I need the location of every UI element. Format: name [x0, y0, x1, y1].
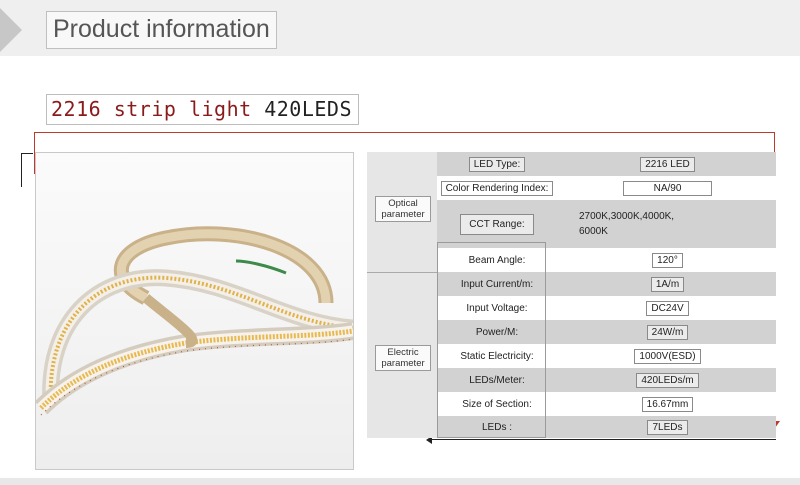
spec-param: LEDs : — [481, 421, 512, 433]
spec-row: LEDs/Meter: 420LEDs/m — [437, 368, 776, 392]
spec-row: LED Type: 2216 LED — [437, 152, 776, 176]
spec-row: Input Current/m: 1A/m — [437, 272, 776, 296]
spec-param: Color Rendering Index: — [440, 180, 554, 196]
spec-value: 7LEDs — [647, 419, 688, 435]
spec-row: CCT Range: 2700K,3000K,4000K, 6000K — [437, 200, 776, 248]
bottom-strip — [0, 478, 800, 485]
spec-row: Static Electricity: 1000V(ESD) — [437, 344, 776, 368]
spec-table: Optical parameter Electric parameter LED… — [367, 152, 776, 438]
group-label-electric: Electric parameter — [375, 345, 431, 371]
black-bracket-left — [21, 153, 22, 187]
spec-value: 16.67mm — [641, 396, 694, 412]
black-bracket-bottom — [432, 439, 776, 440]
led-strip-illustration — [36, 153, 353, 469]
spec-param: Static Electricity: — [460, 350, 534, 362]
product-photo — [35, 152, 354, 470]
spec-param: Beam Angle: — [468, 254, 526, 266]
group-divider — [367, 272, 437, 273]
spec-value: 1000V(ESD) — [634, 348, 701, 364]
red-bracket-top — [34, 132, 774, 133]
spec-value: DC24V — [646, 300, 689, 316]
spec-value: 2700K,3000K,4000K, 6000K — [579, 211, 675, 237]
spec-param: LED Type: — [468, 156, 526, 172]
spec-value: NA/90 — [622, 180, 713, 196]
group-column — [367, 152, 437, 438]
spec-param: CCT Range: — [460, 213, 534, 235]
spec-row: Power/M: 24W/m — [437, 320, 776, 344]
product-name: 2216 strip light — [51, 97, 252, 121]
spec-row: Color Rendering Index: NA/90 — [437, 176, 776, 200]
spec-param: Input Current/m: — [460, 278, 534, 290]
page-title: Product information — [46, 11, 277, 49]
group-label-optical: Optical parameter — [375, 196, 431, 222]
spec-param: LEDs/Meter: — [469, 374, 525, 386]
spec-row: Input Voltage: DC24V — [437, 296, 776, 320]
spec-row: LEDs : 7LEDs — [437, 416, 776, 438]
spec-row: Beam Angle: 120° — [437, 248, 776, 272]
product-subtitle: 2216 strip light 420LEDS — [46, 94, 359, 125]
spec-param: Input Voltage: — [466, 302, 528, 314]
spec-param: Power/M: — [475, 326, 519, 338]
spec-value: 1A/m — [650, 276, 685, 292]
spec-param: Size of Section: — [462, 398, 532, 410]
spec-value: 2216 LED — [640, 156, 695, 172]
spec-value: 420LEDs/m — [636, 372, 699, 388]
spec-value: 24W/m — [646, 324, 689, 340]
spec-row: Size of Section: 16.67mm — [437, 392, 776, 416]
product-led-count: 420LEDS — [264, 97, 352, 121]
spec-value: 120° — [652, 252, 683, 268]
header-arrow-icon — [0, 8, 22, 52]
black-bracket-top — [21, 153, 33, 154]
